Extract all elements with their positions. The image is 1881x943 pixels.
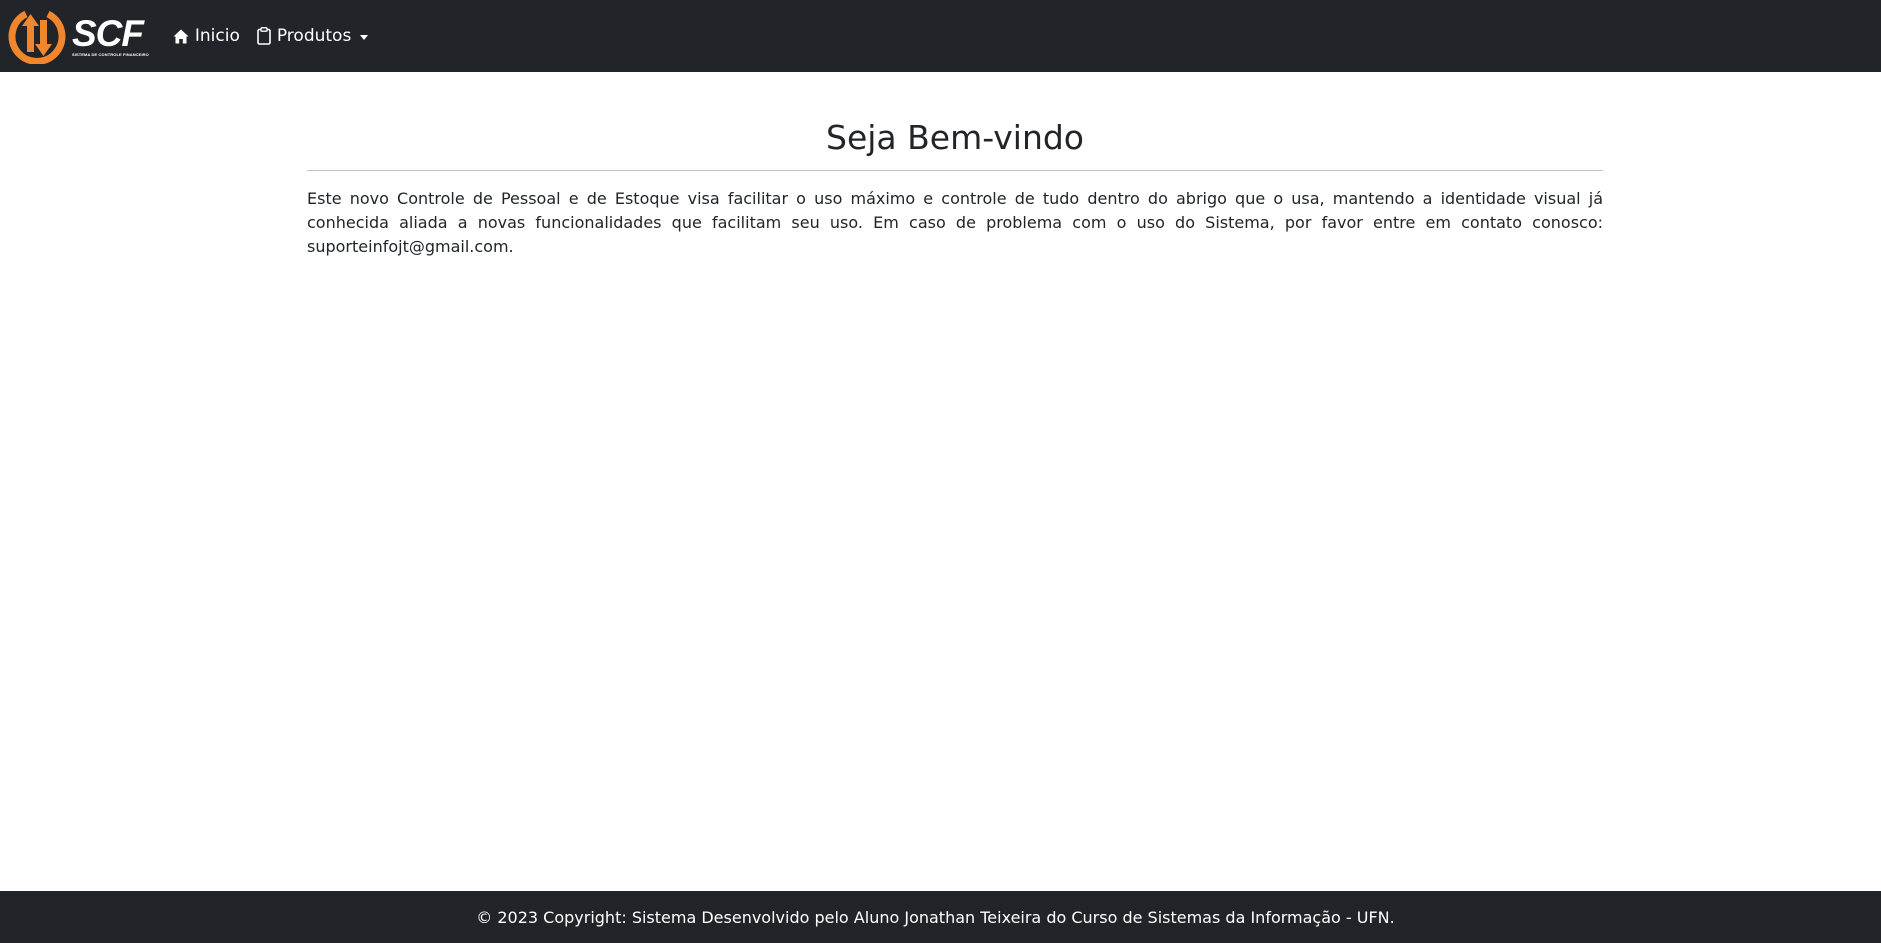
- brand-name: SCF: [72, 13, 144, 54]
- page-title: Seja Bem-vindo: [826, 118, 1084, 157]
- page: SCF SISTEMA DE CONTROLE FINANCEIRO Inici…: [0, 0, 1881, 943]
- chevron-down-icon: [360, 34, 369, 40]
- brand-link[interactable]: SCF SISTEMA DE CONTROLE FINANCEIRO: [6, 8, 149, 64]
- nav-item-produtos[interactable]: Produtos: [257, 16, 369, 56]
- scf-logo-icon: [6, 8, 68, 64]
- divider: [307, 169, 1603, 171]
- nav-item-label: Inicio: [194, 26, 240, 46]
- footer-copyright: © 2023 Copyright: Sistema Desenvolvido p…: [476, 907, 1395, 927]
- clipboard-icon: [257, 27, 271, 45]
- intro-text: Este novo Controle de Pessoal e de Estoq…: [307, 188, 1603, 256]
- brand-subtitle: SISTEMA DE CONTROLE FINANCEIRO: [72, 52, 149, 57]
- brand-text: SCF SISTEMA DE CONTROLE FINANCEIRO: [72, 15, 149, 57]
- navbar: SCF SISTEMA DE CONTROLE FINANCEIRO Inici…: [0, 0, 1881, 72]
- footer: © 2023 Copyright: Sistema Desenvolvido p…: [0, 891, 1881, 943]
- main-content: Seja Bem-vindo Este novo Controle de Pes…: [307, 72, 1603, 275]
- nav-item-inicio[interactable]: Inicio: [173, 16, 240, 56]
- home-icon: [173, 29, 189, 44]
- nav-item-label: Produtos: [276, 26, 352, 46]
